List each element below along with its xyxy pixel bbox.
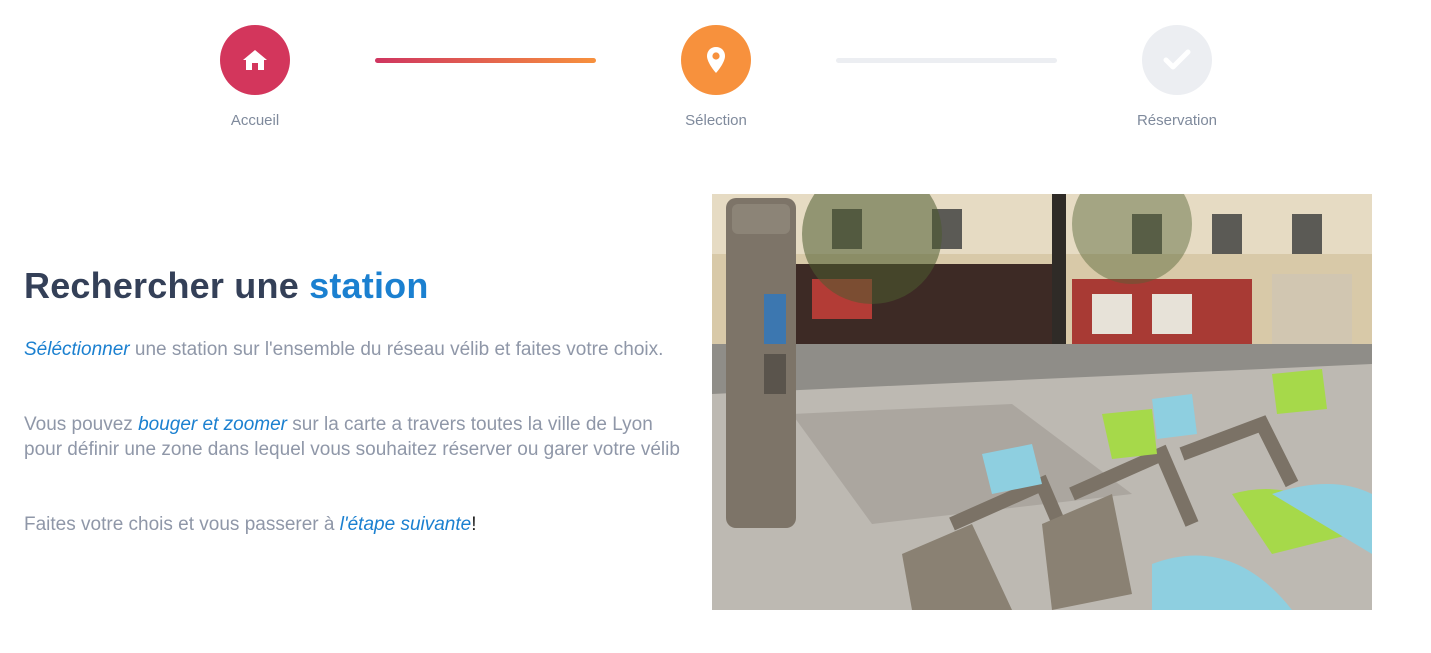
home-icon [243,50,267,70]
p1-text: une station sur l'ensemble du réseau vél… [129,339,664,360]
step-selection[interactable]: Sélection [646,25,786,129]
next-step-link[interactable]: l'étape suivante [340,514,471,535]
intro-paragraph-select: Séléctionner une station sur l'ensemble … [24,337,694,362]
progress-connector-done [375,58,596,63]
intro-paragraph-map: Vous pouvez bouger et zoomer sur la cart… [24,412,694,462]
select-link[interactable]: Séléctionner [24,339,130,360]
step-reservation[interactable]: Réservation [1107,25,1247,129]
step-accueil[interactable]: Accueil [185,25,325,129]
p2-before: Vous pouvez [24,414,139,435]
step-reservation-label: Réservation [1136,112,1218,129]
step-selection-circle[interactable] [681,25,751,95]
step-reservation-circle[interactable] [1142,25,1212,95]
step-selection-label: Sélection [685,112,747,129]
p3-after: ! [471,514,477,535]
title-accent: station [309,265,429,306]
check-icon [1163,49,1191,70]
step-accueil-label: Accueil [230,112,280,129]
page-title: Rechercher une station [24,265,429,307]
intro-paragraph-next: Faites votre chois et vous passerer à l'… [24,512,694,537]
velib-station-photo [712,194,1372,610]
step-accueil-circle[interactable] [220,25,290,95]
title-text: Rechercher une [24,265,299,306]
p3-before: Faites votre chois et vous passerer à [24,514,340,535]
map-pin-icon [707,47,725,73]
move-zoom-link[interactable]: bouger et zoomer [138,414,287,435]
progress-connector-pending [836,58,1057,63]
